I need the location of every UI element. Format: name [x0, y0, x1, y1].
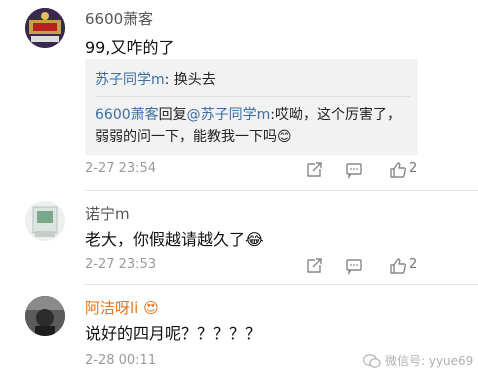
comment-item: 阿洁呀li 😍 说好的四月呢？？？？？ 2-28 00:11 [0, 0, 478, 377]
watermark: 微信号: yyue69 [363, 352, 473, 369]
avatar-image [25, 296, 65, 336]
wechat-icon [363, 353, 381, 368]
watermark-text: 微信号: yyue69 [385, 354, 474, 368]
comment-username[interactable]: 阿洁呀li 😍 [85, 297, 159, 318]
avatar[interactable] [25, 296, 65, 336]
comment-time: 2-28 00:11 [85, 353, 157, 368]
comment-text: 说好的四月呢？？？？？ [85, 324, 262, 343]
heart-eyes-emoji-icon: 😍 [143, 299, 159, 317]
